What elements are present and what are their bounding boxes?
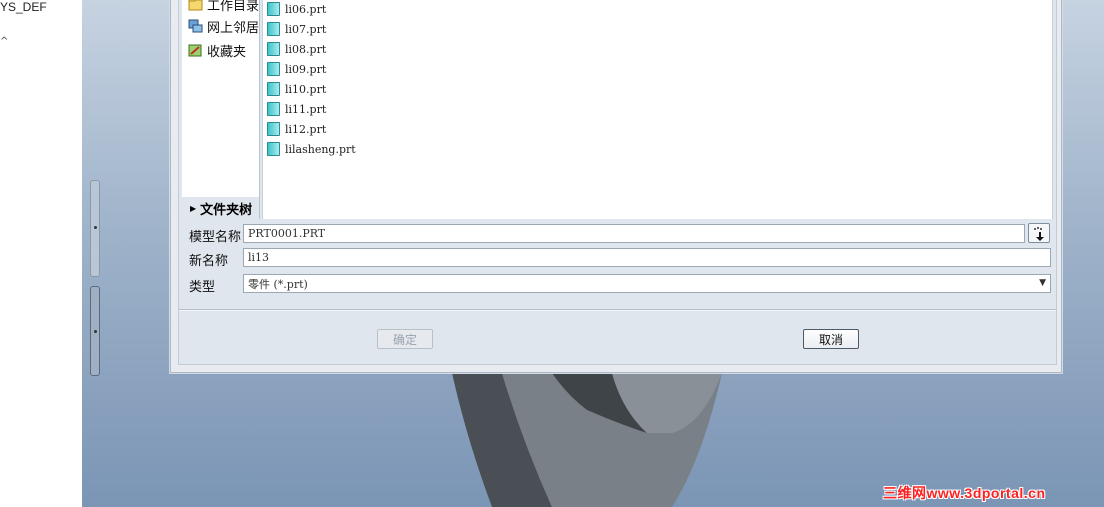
network-icon	[188, 19, 203, 33]
file-name: li12.prt	[285, 122, 327, 136]
model-browse-button[interactable]	[1028, 223, 1050, 243]
file-name: lilasheng.prt	[285, 142, 356, 156]
file-item[interactable]: li08.prt	[267, 40, 326, 58]
place-label: 工作目录	[207, 0, 260, 14]
new-name-label: 新名称	[189, 254, 229, 269]
type-value: 零件 (*.prt)	[248, 277, 308, 291]
file-item[interactable]: li07.prt	[267, 20, 326, 38]
place-working-directory[interactable]: 工作目录	[188, 0, 260, 14]
part-file-icon	[267, 82, 280, 96]
folder-tree-label: 文件夹树	[200, 202, 253, 218]
part-file-icon	[267, 2, 280, 16]
folder-tree-toggle[interactable]: ▶ 文件夹树	[182, 197, 259, 219]
file-item[interactable]: li10.prt	[267, 80, 326, 98]
part-file-icon	[267, 142, 280, 156]
file-name: li06.prt	[285, 2, 327, 16]
place-label: 收藏夹	[207, 44, 247, 60]
file-name: li10.prt	[285, 82, 327, 96]
place-network[interactable]: 网上邻居	[188, 17, 260, 36]
file-name: li08.prt	[285, 42, 327, 56]
expand-triangle-icon: ▶	[190, 203, 197, 213]
dropdown-arrow-icon: ▼	[1039, 278, 1046, 288]
new-name-input[interactable]: li13	[243, 248, 1051, 267]
file-name: li11.prt	[285, 102, 327, 116]
ok-button[interactable]: 确定	[377, 329, 433, 349]
type-select[interactable]: 零件 (*.prt) ▼	[243, 274, 1051, 293]
model-tree-panel: YS_DEF ^	[0, 0, 83, 507]
part-file-icon	[267, 42, 280, 56]
collapse-caret-icon[interactable]: ^	[0, 36, 8, 47]
save-a-copy-dialog: 工作目录 网上邻居 收藏夹 ▶ 文件夹树 li06.prt li07.prt l…	[170, 0, 1062, 373]
file-name: li07.prt	[285, 22, 327, 36]
model-tree-item[interactable]: YS_DEF	[0, 0, 47, 14]
folder-icon	[188, 0, 203, 11]
part-file-icon	[267, 62, 280, 76]
model-name-field[interactable]: PRT0001.PRT	[243, 224, 1025, 243]
cancel-button[interactable]: 取消	[803, 329, 859, 349]
separator	[179, 309, 1056, 311]
file-item[interactable]: lilasheng.prt	[267, 140, 356, 158]
file-item[interactable]: li06.prt	[267, 0, 326, 18]
place-label: 网上邻居	[207, 20, 260, 36]
file-list[interactable]: li06.prt li07.prt li08.prt li09.prt li10…	[262, 0, 1053, 219]
file-item[interactable]: li12.prt	[267, 120, 326, 138]
model-name-label: 模型名称	[189, 230, 242, 245]
site-watermark: 三维网www.3dportal.cn	[883, 485, 1046, 501]
file-item[interactable]: li09.prt	[267, 60, 326, 78]
favorites-icon	[188, 43, 203, 57]
pick-model-icon	[1034, 227, 1044, 241]
file-item[interactable]: li11.prt	[267, 100, 326, 118]
part-file-icon	[267, 102, 280, 116]
file-name: li09.prt	[285, 62, 327, 76]
part-file-icon	[267, 122, 280, 136]
type-label: 类型	[189, 280, 216, 295]
place-favorites[interactable]: 收藏夹	[188, 41, 247, 60]
common-places-pane: 工作目录 网上邻居 收藏夹 ▶ 文件夹树	[182, 0, 260, 219]
dialog-body: 工作目录 网上邻居 收藏夹 ▶ 文件夹树 li06.prt li07.prt l…	[178, 0, 1057, 365]
part-file-icon	[267, 22, 280, 36]
